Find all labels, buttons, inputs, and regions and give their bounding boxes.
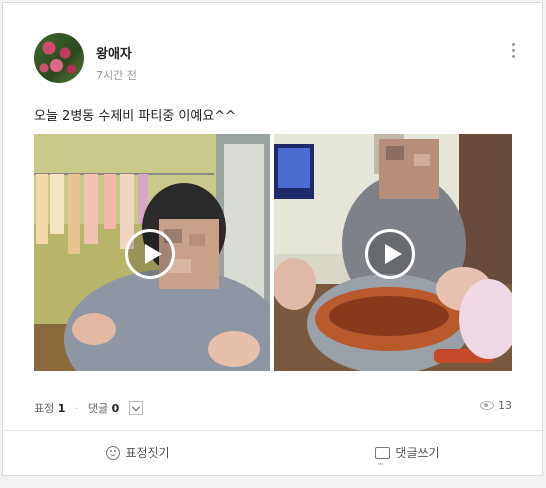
play-icon[interactable]: [125, 229, 175, 279]
comment-button[interactable]: 댓글쓰기: [273, 431, 542, 488]
comment-icon: [375, 443, 391, 488]
play-icon[interactable]: [365, 229, 415, 279]
chevron-down-icon[interactable]: [128, 401, 143, 415]
comment-label[interactable]: 댓글: [88, 402, 108, 415]
media-grid: [34, 134, 512, 371]
smile-icon: [106, 445, 121, 460]
post-header: 왕애자 7시간 전: [34, 33, 515, 87]
reaction-count: 1: [57, 402, 66, 415]
post-card: 왕애자 7시간 전 오늘 2병동 수제비 파티중 이예요^^ 표정 1 · 댓글…: [2, 2, 543, 488]
reaction-label[interactable]: 표정: [34, 402, 54, 415]
post-time: 7시간 전: [96, 69, 137, 82]
more-icon[interactable]: [508, 43, 518, 65]
view-count: 13: [480, 399, 512, 412]
eye-icon: [480, 400, 494, 410]
post-stats: 표정 1 · 댓글 0: [34, 400, 143, 416]
post-actions: 표정짓기 댓글쓰기: [3, 430, 542, 488]
separator: ·: [74, 402, 79, 415]
post-text: 오늘 2병동 수제비 파티중 이예요^^: [34, 109, 237, 124]
react-label: 표정짓기: [125, 446, 170, 460]
author-name[interactable]: 왕애자: [96, 43, 132, 62]
video-thumbnail-2[interactable]: [274, 134, 512, 371]
view-count-value: 13: [498, 399, 512, 412]
comment-button-label: 댓글쓰기: [395, 446, 440, 460]
comment-count: 0: [111, 402, 120, 415]
react-button[interactable]: 표정짓기: [3, 431, 273, 476]
video-thumbnail-1[interactable]: [34, 134, 270, 371]
avatar[interactable]: [34, 33, 84, 83]
